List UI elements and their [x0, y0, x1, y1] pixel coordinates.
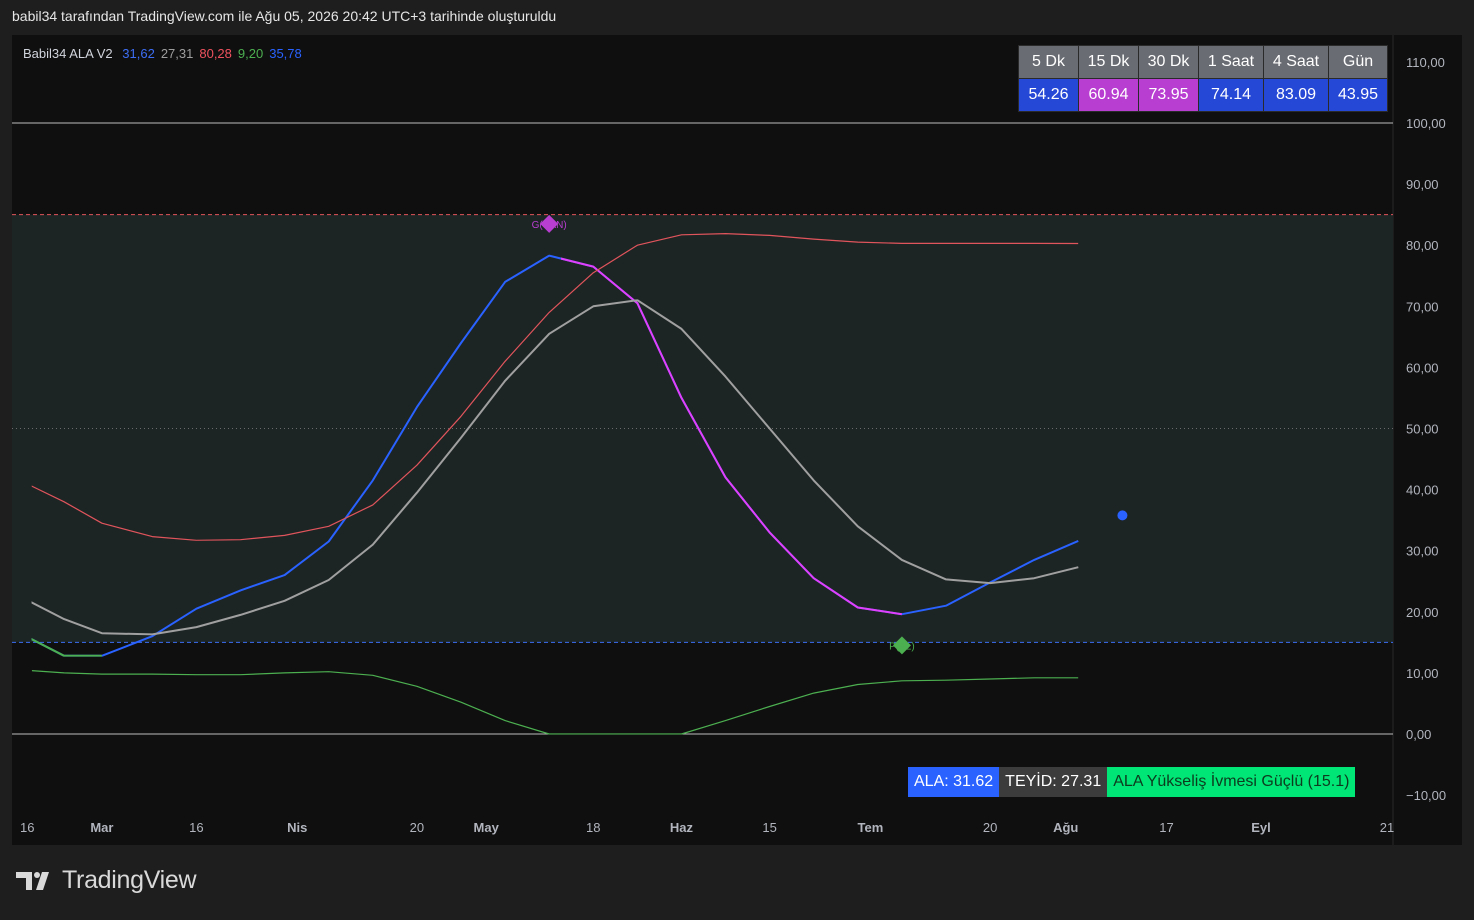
indicator-value-4: 35,78	[269, 46, 302, 61]
timeframe-header: Gün	[1328, 45, 1388, 79]
y-tick-label: 50,00	[1406, 422, 1439, 437]
timeframe-header: 15 Dk	[1078, 45, 1139, 79]
x-tick-label: Mar	[90, 820, 113, 835]
y-tick-label: 80,00	[1406, 238, 1439, 253]
timeframe-value-row: 54.26 60.94 73.95 74.14 83.09 43.95	[1018, 78, 1388, 112]
signal-marker-label: G(SAN)	[532, 220, 567, 231]
timeframe-header: 4 Saat	[1263, 45, 1329, 79]
timeframe-table: 5 Dk 15 Dk 30 Dk 1 Saat 4 Saat Gün 54.26 60.94…	[1018, 45, 1388, 112]
y-tick-label: 40,00	[1406, 483, 1439, 498]
y-tick-label: 100,00	[1406, 116, 1446, 131]
x-tick-label: Nis	[287, 820, 307, 835]
x-tick-label: Eyl	[1251, 820, 1271, 835]
tradingview-logo[interactable]: TradingView	[16, 866, 197, 895]
indicator-values: 31,62 27,31 80,28 9,20 35,78	[122, 46, 308, 61]
x-tick-label: 15	[762, 820, 776, 835]
x-tick-label: 16	[20, 820, 34, 835]
indicator-value-2: 80,28	[199, 46, 232, 61]
tradingview-brand-text: TradingView	[62, 866, 197, 894]
y-tick-label: −10,00	[1406, 788, 1446, 803]
x-tick-label: 20	[410, 820, 424, 835]
timeframe-header: 5 Dk	[1018, 45, 1079, 79]
projection-dot-marker[interactable]	[1117, 510, 1128, 521]
ala-value-badge: ALA: 31.62	[908, 767, 1000, 797]
y-tick-label: 110,00	[1406, 55, 1445, 70]
timeframe-value: 54.26	[1018, 78, 1079, 112]
x-tick-label: Ağu	[1053, 820, 1078, 835]
teyid-value-badge: TEYİD: 27.31	[999, 767, 1108, 797]
x-tick-label: 17	[1159, 820, 1173, 835]
timeframe-value: 83.09	[1263, 78, 1329, 112]
y-tick-label: 30,00	[1406, 544, 1439, 559]
status-bar: ALA: 31.62 TEYİD: 27.31 ALA Yükseliş İvm…	[908, 767, 1356, 797]
indicator-name[interactable]: Babil34 ALA V2	[23, 46, 113, 61]
indicator-value-0: 31,62	[122, 46, 155, 61]
tradingview-logo-icon	[16, 871, 49, 890]
x-tick-label: Tem	[858, 820, 884, 835]
indicator-legend[interactable]: Babil34 ALA V2 31,62 27,31 80,28 9,20 35,78	[23, 46, 314, 61]
timeframe-header: 30 Dk	[1138, 45, 1199, 79]
signal-marker-label: P(AL)	[889, 641, 915, 652]
timeframe-header-row: 5 Dk 15 Dk 30 Dk 1 Saat 4 Saat Gün	[1018, 45, 1388, 79]
signal-zone-band	[12, 214, 1393, 643]
timeframe-value: 43.95	[1328, 78, 1388, 112]
x-tick-label: Haz	[670, 820, 694, 835]
indicator-value-1: 27,31	[160, 46, 194, 61]
x-tick-label: 20	[983, 820, 997, 835]
timeframe-value: 74.14	[1198, 78, 1264, 112]
series-line-green_line	[20, 670, 1078, 734]
y-tick-label: 90,00	[1406, 177, 1439, 192]
y-tick-label: 70,00	[1406, 299, 1439, 314]
indicator-value-3: 9,20	[237, 46, 264, 61]
x-tick-label: May	[474, 820, 500, 835]
x-tick-label: 18	[586, 820, 600, 835]
signal-badge: ALA Yükseliş İvmesi Güçlü (15.1)	[1107, 767, 1356, 797]
timeframe-value: 60.94	[1078, 78, 1139, 112]
y-tick-label: 0,00	[1406, 727, 1431, 742]
y-tick-label: 60,00	[1406, 360, 1439, 375]
y-tick-label: 10,00	[1406, 666, 1439, 681]
y-tick-label: 20,00	[1406, 605, 1439, 620]
timeframe-value: 73.95	[1138, 78, 1199, 112]
timeframe-header: 1 Saat	[1198, 45, 1264, 79]
x-tick-label: 21	[1380, 820, 1394, 835]
x-tick-label: 16	[189, 820, 203, 835]
